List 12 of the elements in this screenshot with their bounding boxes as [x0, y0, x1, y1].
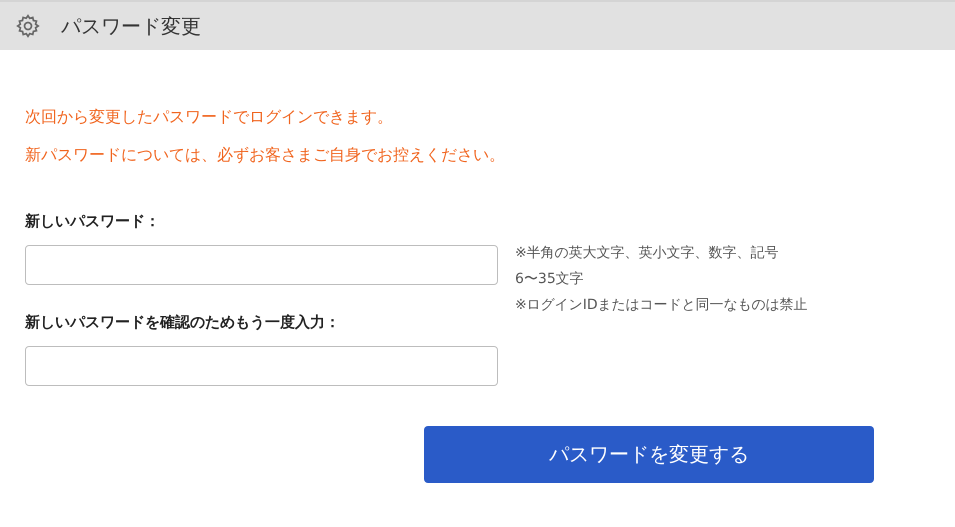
- submit-button[interactable]: パスワードを変更する: [424, 426, 874, 483]
- settings-icon: [15, 13, 41, 39]
- password-field[interactable]: [25, 245, 498, 285]
- notice-text: 新パスワードについては、必ずお客さまご自身でお控えください。: [25, 144, 506, 166]
- field-label: 新しいパスワード：: [25, 212, 161, 231]
- field-label: 新しいパスワードを確認のためもう一度入力：: [25, 313, 341, 332]
- hint-text: 6〜35文字: [515, 270, 585, 289]
- page-title: パスワード変更: [61, 12, 201, 40]
- hint-text: ※半角の英大文字、英小文字、数字、記号: [515, 244, 780, 263]
- password-field[interactable]: [25, 346, 498, 386]
- hint-text: ※ログインIDまたはコードと同一なものは禁止: [515, 296, 808, 315]
- notice-text: 次回から変更したパスワードでログインできます。: [25, 106, 394, 128]
